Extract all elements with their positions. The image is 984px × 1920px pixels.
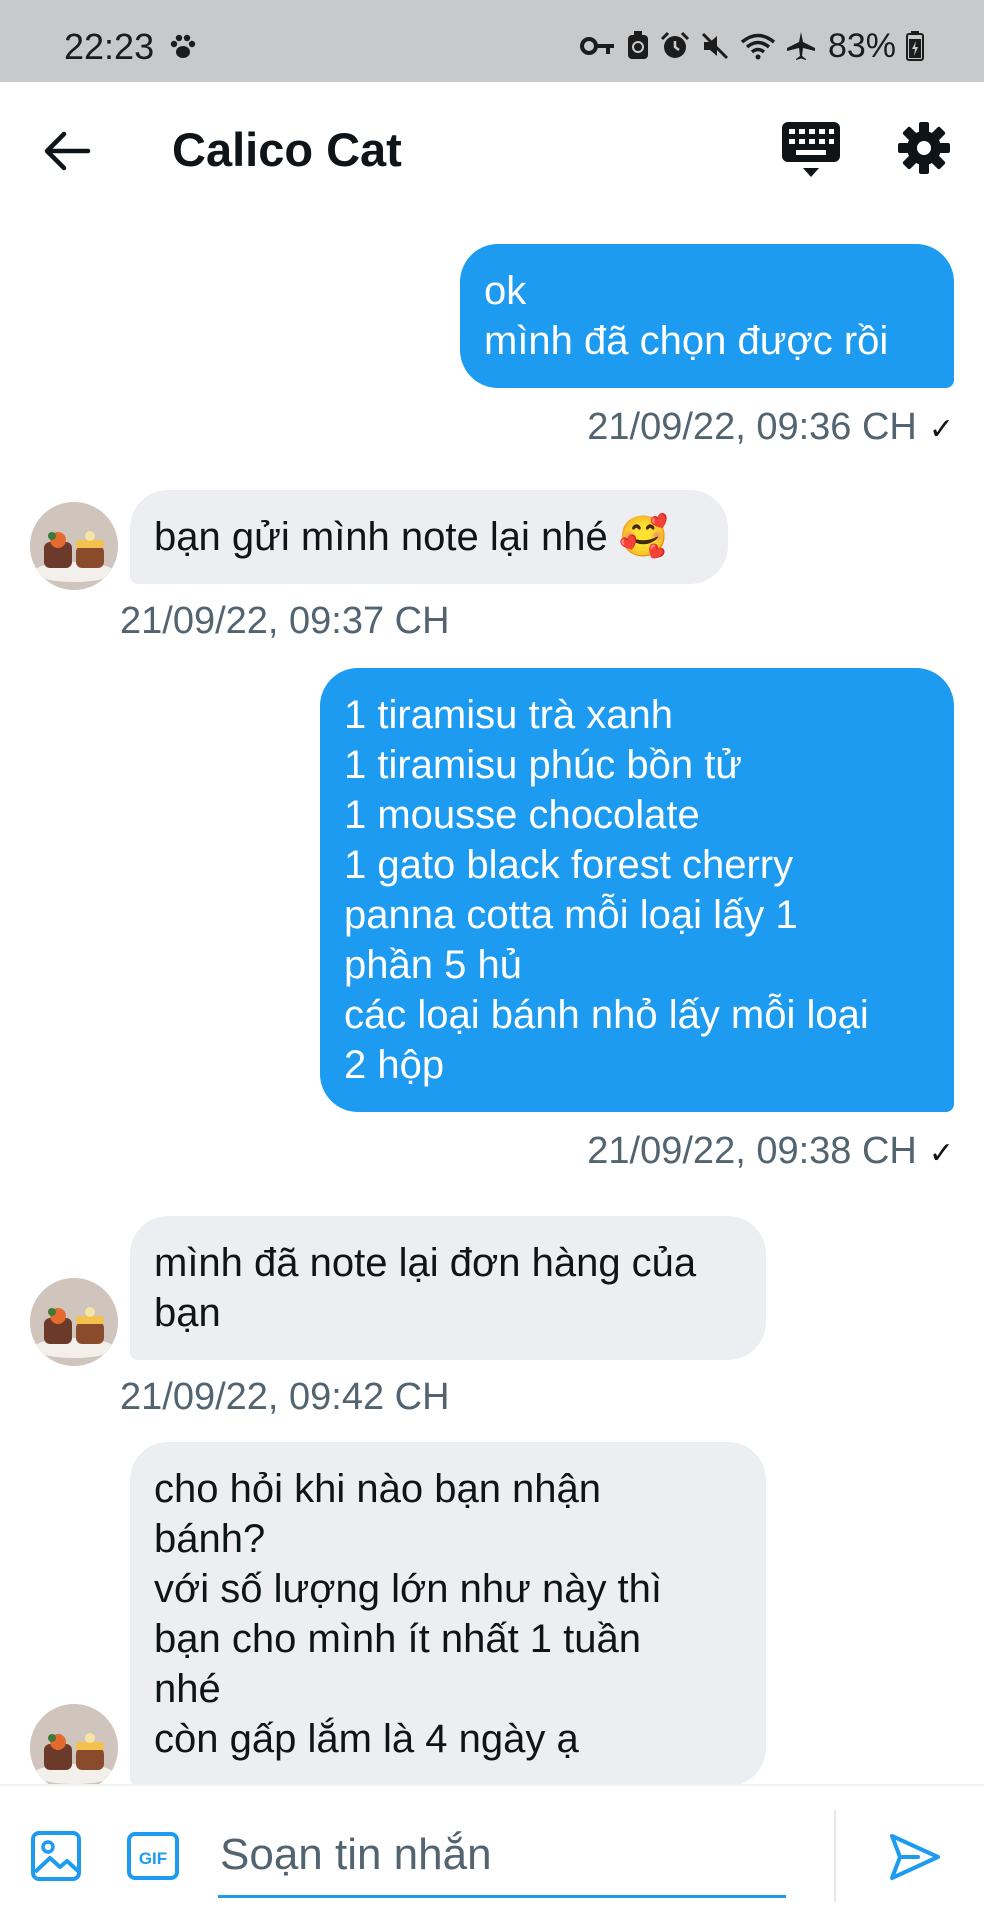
message-bubble-incoming[interactable]: mình đã note lại đơn hàng của bạn — [130, 1216, 766, 1360]
message-timestamp: 21/09/22, 09:36 CH ✓ — [587, 406, 954, 449]
message-timestamp: 21/09/22, 09:37 CH — [120, 600, 450, 643]
message-text: 2 hộp — [344, 1043, 445, 1087]
avatar[interactable] — [30, 1704, 118, 1784]
message-text: 1 tiramisu phúc bồn tử — [344, 743, 743, 787]
message-text: các loại bánh nhỏ lấy mỗi loại — [344, 993, 869, 1037]
message-text: mình đã note lại đơn hàng của — [154, 1241, 697, 1285]
message-text: 1 mousse chocolate — [344, 793, 700, 837]
message-bubble-incoming[interactable]: cho hỏi khi nào bạn nhận bánh? với số lư… — [130, 1442, 766, 1784]
cake-avatar-icon — [30, 502, 118, 590]
message-text: panna cotta mỗi loại lấy 1 — [344, 893, 798, 937]
sent-check-icon: ✓ — [928, 1137, 954, 1170]
message-text: 1 gato black forest cherry — [344, 843, 794, 887]
wifi-icon — [740, 33, 776, 60]
mute-icon — [701, 32, 728, 60]
message-text: ok — [484, 269, 527, 313]
cake-avatar-icon — [30, 1704, 118, 1784]
conversation-title[interactable]: Calico Cat — [172, 122, 402, 177]
key-icon — [579, 37, 614, 55]
message-bubble-outgoing[interactable]: 1 tiramisu trà xanh 1 tiramisu phúc bồn … — [320, 668, 954, 1112]
message-timestamp: 21/09/22, 09:42 CH — [120, 1376, 450, 1419]
message-list[interactable]: ok mình đã chọn được rồi 21/09/22, 09:36… — [0, 218, 984, 1784]
status-time: 22:23 — [64, 26, 155, 67]
timestamp-text: 21/09/22, 09:38 CH — [587, 1130, 917, 1172]
avatar[interactable] — [30, 1278, 118, 1366]
airplane-icon — [786, 32, 815, 60]
message-text: bánh? — [154, 1517, 266, 1561]
gif-icon[interactable]: GIF — [126, 1830, 180, 1882]
status-icons: 83% — [579, 26, 924, 65]
cake-avatar-icon — [30, 1278, 118, 1366]
send-icon[interactable] — [888, 1832, 942, 1882]
message-bubble-incoming[interactable]: bạn gửi mình note lại nhé 🥰 — [130, 490, 728, 584]
alarm-icon — [660, 31, 689, 58]
message-text: bạn cho mình ít nhất 1 tuần — [154, 1617, 642, 1661]
battery-percentage: 83% — [827, 26, 896, 65]
gif-label: GIF — [139, 1849, 167, 1868]
message-timestamp: 21/09/22, 09:38 CH ✓ — [587, 1130, 954, 1173]
composer-divider — [834, 1810, 836, 1902]
timestamp-text: 21/09/22, 09:42 CH — [120, 1376, 450, 1418]
message-text: 1 tiramisu trà xanh — [344, 693, 674, 737]
avatar[interactable] — [30, 502, 118, 590]
timestamp-text: 21/09/22, 09:36 CH — [587, 406, 917, 448]
message-text: mình đã chọn được rồi — [484, 319, 889, 363]
image-icon[interactable] — [30, 1830, 82, 1882]
sent-check-icon: ✓ — [928, 413, 954, 446]
timestamp-text: 21/09/22, 09:37 CH — [120, 600, 450, 642]
back-arrow-icon[interactable] — [40, 124, 94, 178]
message-text: nhé — [154, 1667, 221, 1711]
chat-header: Calico Cat — [0, 82, 984, 218]
status-bar: 22:23 83% — [0, 0, 984, 82]
message-composer: GIF — [0, 1784, 984, 1920]
message-input[interactable] — [218, 1814, 786, 1898]
paw-icon — [170, 34, 196, 58]
message-text: phần 5 hủ — [344, 943, 522, 987]
settings-gear-icon[interactable] — [896, 120, 952, 176]
battery-icon — [906, 31, 924, 61]
message-text: còn gấp lắm là 4 ngày ạ — [154, 1717, 579, 1761]
message-text: cho hỏi khi nào bạn nhận — [154, 1467, 602, 1511]
message-text: bạn — [154, 1291, 221, 1335]
message-text: với số lượng lớn như này thì — [154, 1567, 663, 1611]
message-text: bạn gửi mình note lại nhé 🥰 — [154, 515, 669, 559]
keyboard-icon[interactable] — [780, 118, 842, 180]
message-bubble-outgoing[interactable]: ok mình đã chọn được rồi — [460, 244, 954, 388]
recycle-icon — [627, 31, 648, 59]
